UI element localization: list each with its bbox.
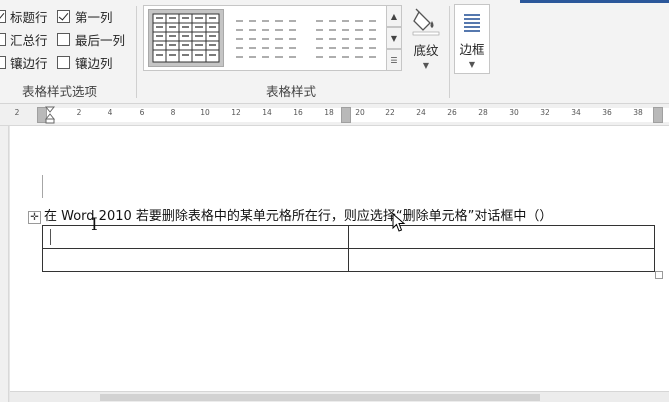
plain-table-style-icon: [316, 20, 376, 58]
checkbox-icon[interactable]: [57, 32, 70, 46]
total-row-option[interactable]: 汇总行: [0, 30, 48, 48]
margin-crop-mark: [40, 175, 43, 198]
right-margin-marker[interactable]: [653, 107, 663, 123]
document-table[interactable]: [42, 225, 655, 272]
checkbox-icon[interactable]: [0, 9, 6, 23]
column-marker[interactable]: [341, 107, 351, 123]
vertical-ruler[interactable]: [0, 126, 9, 402]
checkbox-icon[interactable]: [0, 32, 6, 46]
plain-table-style-icon: [236, 20, 296, 58]
total-row-label: 汇总行: [10, 32, 48, 48]
chevron-down-icon: ▼: [468, 60, 476, 69]
ruler-tick: 12: [231, 108, 241, 117]
grid-table-style-icon: [152, 13, 220, 63]
paint-bucket-icon: [412, 8, 440, 36]
checkbox-icon[interactable]: [57, 9, 70, 23]
ribbon: 标题行 第一列 汇总行 最后一列 镶边行 镶边列 表格样式选项 ▲ ▼ ☰ 表格…: [0, 0, 669, 104]
ruler-tick: 16: [293, 108, 303, 117]
ruler-tick: 18: [324, 108, 334, 117]
chevron-down-icon: ▼: [422, 61, 430, 70]
last-column-label: 最后一列: [75, 32, 126, 48]
ruler-tick: 4: [107, 108, 113, 117]
ruler-tick: 2: [76, 108, 82, 117]
banded-columns-label: 镶边列: [75, 55, 113, 71]
ruler-tick: 28: [478, 108, 488, 117]
ruler-tick: 26: [447, 108, 457, 117]
banded-rows-option[interactable]: 镶边行: [0, 53, 48, 71]
header-row-label: 标题行: [10, 9, 48, 25]
table-style-plain-2[interactable]: [308, 9, 384, 67]
ruler-tick: 20: [355, 108, 365, 117]
table-styles-gallery: [143, 5, 402, 71]
question-text[interactable]: 在 Word 2010 若要删除表格中的某单元格所在行，则应选择“删除单元格”对…: [44, 205, 552, 224]
shading-button[interactable]: 底纹 ▼: [408, 6, 444, 70]
ruler-tick: 14: [262, 108, 272, 117]
shading-label: 底纹: [413, 43, 439, 58]
checkbox-icon[interactable]: [57, 55, 70, 69]
ruler-tick: 38: [633, 108, 643, 117]
text-cursor: [50, 229, 51, 245]
gallery-more-button[interactable]: ☰: [386, 49, 402, 71]
scrollbar-thumb[interactable]: [100, 394, 540, 401]
ibeam-cursor-icon: I: [91, 215, 98, 235]
banded-columns-option[interactable]: 镶边列: [57, 53, 113, 71]
title-bar-strip: [520, 0, 669, 3]
table-move-handle-icon[interactable]: ✛: [28, 211, 41, 224]
borders-label: 边框: [459, 42, 485, 57]
ruler-tick: 2: [14, 108, 20, 117]
ruler-tick: 10: [200, 108, 210, 117]
horizontal-scrollbar[interactable]: [10, 391, 669, 402]
table-styles-group-label: 表格样式: [266, 84, 317, 99]
table-resize-handle[interactable]: [655, 271, 663, 279]
gallery-scroll-down-button[interactable]: ▼: [386, 27, 402, 49]
table-cell[interactable]: [43, 226, 348, 248]
gallery-scroll-up-button[interactable]: ▲: [386, 5, 402, 27]
banded-rows-label: 镶边行: [10, 55, 48, 71]
arrow-cursor-icon: [392, 213, 406, 232]
table-cell[interactable]: [349, 249, 654, 271]
ruler-tick: 30: [509, 108, 519, 117]
horizontal-ruler[interactable]: 2 2 4 6 8 10 12 14 16 18 20 22 24 26 28 …: [0, 104, 669, 126]
ruler-tick: 8: [170, 108, 176, 117]
ruler-tick: 32: [540, 108, 550, 117]
borders-button[interactable]: 边框 ▼: [454, 4, 490, 74]
style-options-group-label: 表格样式选项: [22, 84, 98, 99]
ruler-tick: 36: [602, 108, 612, 117]
ruler-tick: 22: [385, 108, 395, 117]
checkbox-icon[interactable]: [0, 55, 6, 69]
table-cell[interactable]: [43, 249, 348, 271]
ruler-tick: 6: [139, 108, 145, 117]
table-style-plain-1[interactable]: [228, 9, 304, 67]
indent-marker-icon[interactable]: [45, 106, 55, 124]
first-column-option[interactable]: 第一列: [57, 7, 113, 25]
borders-icon: [464, 14, 480, 32]
last-column-option[interactable]: 最后一列: [57, 30, 125, 48]
group-divider: [136, 6, 137, 98]
ruler-tick: 34: [571, 108, 581, 117]
first-column-label: 第一列: [75, 9, 113, 25]
group-divider: [449, 6, 450, 98]
ruler-tick: 24: [416, 108, 426, 117]
table-style-grid-selected[interactable]: [148, 9, 224, 67]
header-row-option[interactable]: 标题行: [0, 7, 48, 25]
